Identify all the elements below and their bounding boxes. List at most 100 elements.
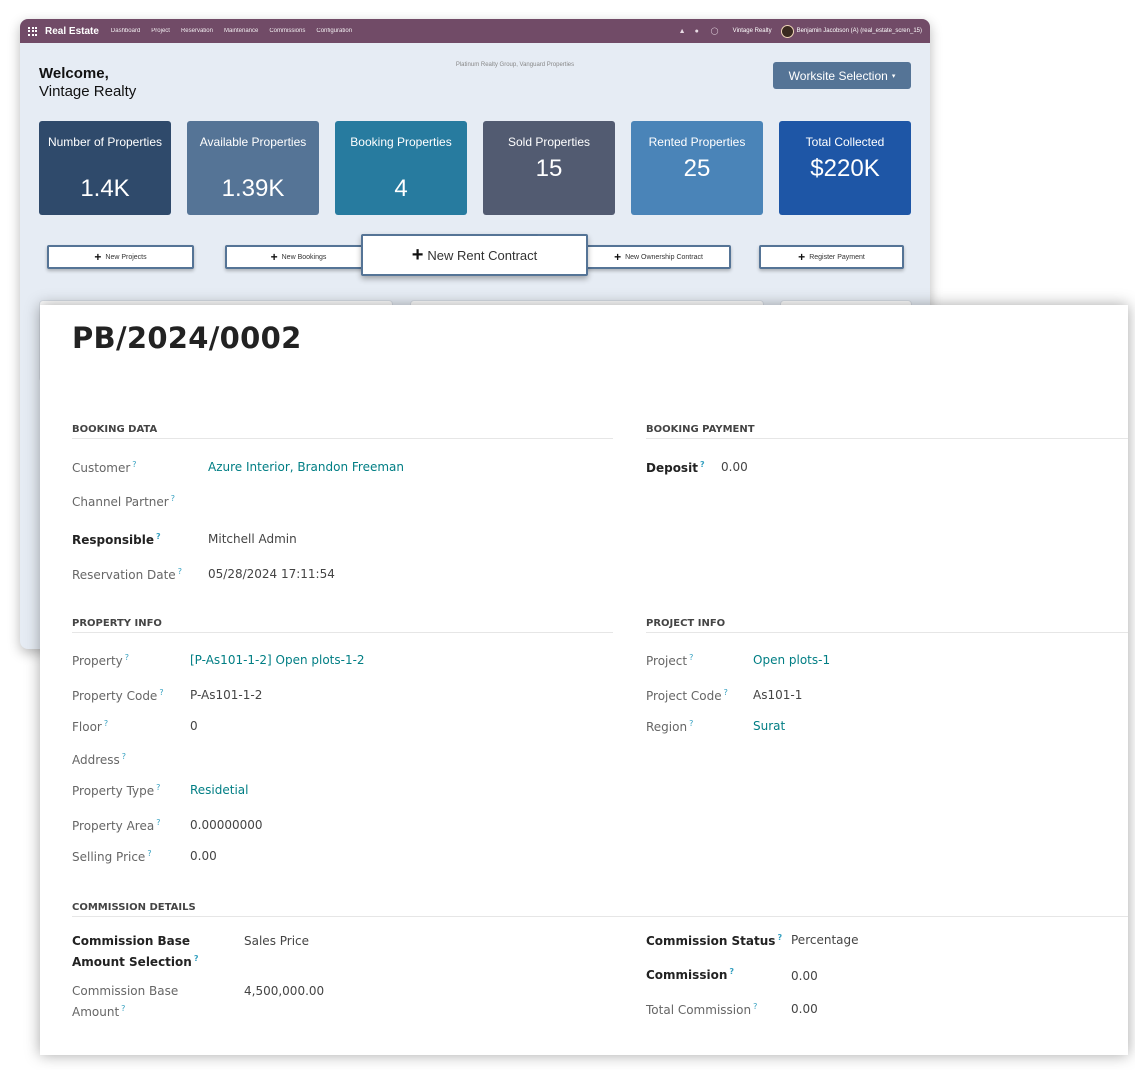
help-icon[interactable]: ? xyxy=(194,954,199,963)
property-link[interactable]: [P-As101-1-2] Open plots-1-2 xyxy=(190,653,365,667)
field-floor: Floor? 0 xyxy=(72,719,198,734)
menu-dashboard[interactable]: Dashboard xyxy=(111,28,140,34)
field-label: Commission Status? xyxy=(646,933,783,948)
new-ownership-contract-button[interactable]: + New Ownership Contract xyxy=(586,245,731,269)
project-code-value[interactable]: As101-1 xyxy=(753,688,802,702)
menu-reservation[interactable]: Reservation xyxy=(181,28,213,34)
help-icon[interactable]: ? xyxy=(724,688,728,697)
booking-form: PB/2024/0002 BOOKING DATA Customer? Azur… xyxy=(40,305,1128,1055)
commission-base-amount-value[interactable]: 4,500,000.00 xyxy=(244,982,324,1000)
menu-configuration[interactable]: Configuration xyxy=(316,28,352,34)
commission-status-value[interactable]: Percentage xyxy=(791,933,859,947)
help-icon[interactable]: ? xyxy=(700,460,705,469)
field-channel-partner: Channel Partner? xyxy=(72,494,175,509)
kpi-value: 15 xyxy=(535,155,563,182)
new-rent-contract-button[interactable]: + New Rent Contract xyxy=(361,234,588,276)
help-icon[interactable]: ? xyxy=(147,849,151,858)
region-link[interactable]: Surat xyxy=(753,719,785,733)
field-label: Property Area? xyxy=(72,818,161,833)
property-area-value[interactable]: 0.00000000 xyxy=(190,818,263,832)
field-label: Property Type? xyxy=(72,783,161,798)
property-type-link[interactable]: Residetial xyxy=(190,783,249,797)
new-bookings-button[interactable]: + New Bookings xyxy=(225,245,372,269)
clock-icon[interactable]: ◯ xyxy=(711,28,719,35)
field-property-code: Property Code? P-As101-1-2 xyxy=(72,688,262,703)
kpi-label: Available Properties xyxy=(199,135,307,149)
kpi-label: Sold Properties xyxy=(507,135,591,149)
section-header: BOOKING PAYMENT xyxy=(646,424,1128,439)
customer-link[interactable]: Azure Interior, Brandon Freeman xyxy=(208,460,404,474)
app-brand[interactable]: Real Estate xyxy=(45,26,99,37)
apps-menu-icon[interactable] xyxy=(28,26,38,36)
help-icon[interactable]: ? xyxy=(132,460,136,469)
help-icon[interactable]: ? xyxy=(753,1002,757,1011)
help-icon[interactable]: ? xyxy=(171,494,175,503)
commission-base-selection-value[interactable]: Sales Price xyxy=(244,932,309,950)
field-commission-base-selection: Commission Base Amount Selection? Sales … xyxy=(72,932,309,971)
help-icon[interactable]: ? xyxy=(159,688,163,697)
new-projects-button[interactable]: + New Projects xyxy=(47,245,194,269)
chat-icon[interactable]: ● xyxy=(695,28,702,35)
plus-icon: + xyxy=(614,250,622,264)
commission-value[interactable]: 0.00 xyxy=(791,969,818,983)
caret-down-icon: ▾ xyxy=(891,72,896,80)
field-label: Reservation Date? xyxy=(72,567,182,582)
help-icon[interactable]: ? xyxy=(121,1004,125,1013)
field-label: Project Code? xyxy=(646,688,728,703)
help-icon[interactable]: ? xyxy=(178,567,182,576)
field-commission: Commission? 0.00 xyxy=(646,967,818,983)
total-commission-value[interactable]: 0.00 xyxy=(791,1002,818,1016)
help-icon[interactable]: ? xyxy=(156,783,160,792)
deposit-value[interactable]: 0.00 xyxy=(721,460,748,474)
help-icon[interactable]: ? xyxy=(156,532,161,541)
kpi-number-of-properties[interactable]: Number of Properties 1.4K xyxy=(39,121,171,215)
kpi-value: 25 xyxy=(683,155,711,182)
help-icon[interactable]: ? xyxy=(104,719,108,728)
field-label: Commission Base Amount Selection? xyxy=(72,934,199,969)
help-icon[interactable]: ? xyxy=(156,818,160,827)
kpi-available-properties[interactable]: Available Properties 1.39K xyxy=(187,121,319,215)
help-icon[interactable]: ? xyxy=(729,967,734,976)
worksite-selection-button[interactable]: Worksite Selection ▾ xyxy=(773,62,911,89)
user-menu[interactable]: Benjamin Jacobson (A) (real_estate_scren… xyxy=(780,24,922,38)
button-label: New Rent Contract xyxy=(427,247,538,263)
responsible-value[interactable]: Mitchell Admin xyxy=(208,532,297,546)
field-commission-base-amount: Commission Base Amount? 4,500,000.00 xyxy=(72,982,324,1021)
project-link[interactable]: Open plots-1 xyxy=(753,653,830,667)
button-label: New Ownership Contract xyxy=(625,253,703,261)
company-switcher[interactable]: Vintage Realty xyxy=(733,28,772,34)
section-header: PROJECT INFO xyxy=(646,618,1128,633)
menu-maintenance[interactable]: Maintenance xyxy=(224,28,258,34)
welcome-heading: Welcome, Vintage Realty xyxy=(39,65,136,101)
help-icon[interactable]: ? xyxy=(125,653,129,662)
kpi-value: 1.39K xyxy=(221,175,285,202)
reservation-date-value[interactable]: 05/28/2024 17:11:54 xyxy=(208,567,335,581)
field-label: Floor? xyxy=(72,719,109,734)
selling-price-value[interactable]: 0.00 xyxy=(190,849,217,863)
help-icon[interactable]: ? xyxy=(777,933,782,942)
kpi-booking-properties[interactable]: Booking Properties 4 xyxy=(335,121,467,215)
floor-value[interactable]: 0 xyxy=(190,719,198,733)
help-icon[interactable]: ? xyxy=(122,752,126,761)
kpi-total-collected[interactable]: Total Collected $220K xyxy=(779,121,911,215)
field-label: Address? xyxy=(72,752,127,767)
kpi-rented-properties[interactable]: Rented Properties 25 xyxy=(631,121,763,215)
field-label: Commission? xyxy=(646,967,734,982)
field-label: Total Commission? xyxy=(646,1002,758,1017)
help-icon[interactable]: ? xyxy=(689,719,693,728)
plus-icon: + xyxy=(411,243,424,266)
field-label: Customer? xyxy=(72,460,137,475)
property-code-value[interactable]: P-As101-1-2 xyxy=(190,688,262,702)
menu-commissions[interactable]: Commissions xyxy=(269,28,305,34)
section-header: BOOKING DATA xyxy=(72,424,613,439)
kpi-value: 4 xyxy=(394,175,408,202)
gift-icon[interactable]: ▲ xyxy=(679,28,686,35)
plus-icon: + xyxy=(94,250,102,264)
menu-project[interactable]: Project xyxy=(151,28,170,34)
kpi-sold-properties[interactable]: Sold Properties 15 xyxy=(483,121,615,215)
field-responsible: Responsible? Mitchell Admin xyxy=(72,532,297,547)
worksite-label: Worksite Selection xyxy=(788,68,888,83)
help-icon[interactable]: ? xyxy=(689,653,693,662)
section-project-info: PROJECT INFO Project? Open plots-1 Proje… xyxy=(646,618,1128,734)
register-payment-button[interactable]: + Register Payment xyxy=(759,245,904,269)
